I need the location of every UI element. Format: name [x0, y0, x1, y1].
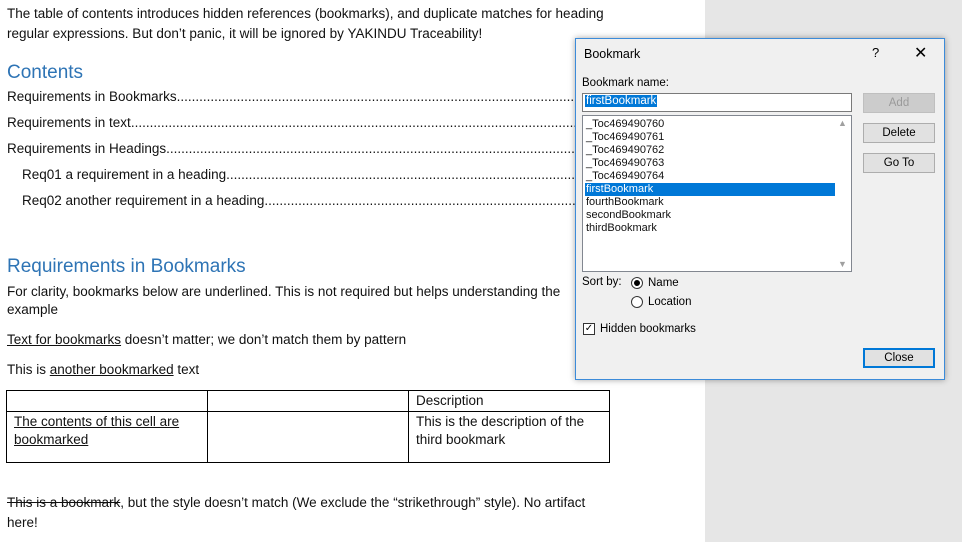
toc-entry-1[interactable]: Requirements in Bookmarks...............…: [7, 88, 577, 106]
help-button[interactable]: ?: [872, 45, 879, 60]
table-header-cell: [6, 390, 208, 412]
list-item[interactable]: _Toc469490760: [585, 118, 836, 131]
toc-entry-5[interactable]: Req02 another requirement in a heading..…: [22, 192, 577, 210]
bookmark-table: Description The contents of this cell ar…: [6, 390, 610, 463]
bookmark-text[interactable]: another bookmarked: [50, 362, 174, 377]
para4-line1: This is a bookmark, but the style doesn’…: [7, 495, 586, 510]
strikethrough-bookmark: This is a bookmark: [7, 495, 121, 510]
sort-by-label: Sort by:: [582, 276, 622, 288]
bookmark-name-input[interactable]: firstBookmark: [582, 93, 852, 112]
para2: Text for bookmarks doesn’t matter; we do…: [7, 332, 407, 347]
table-cell: This is the description of the third book…: [408, 411, 610, 463]
bookmark-name-label: Bookmark name:: [582, 77, 669, 89]
add-button[interactable]: Add: [863, 93, 935, 113]
sort-location-radio[interactable]: [631, 296, 643, 308]
intro-line-2: regular expressions. But don’t panic, it…: [7, 26, 483, 41]
scroll-up-icon[interactable]: ▲: [838, 118, 847, 128]
para3: This is another bookmarked text: [7, 362, 200, 377]
toc-entry-2[interactable]: Requirements in text....................…: [7, 114, 577, 132]
hidden-bookmarks-checkbox[interactable]: ✓: [583, 323, 595, 335]
para1-line1: For clarity, bookmarks below are underli…: [7, 284, 561, 299]
list-item[interactable]: _Toc469490763: [585, 157, 836, 170]
list-scrollbar[interactable]: ▲ ▼: [835, 116, 851, 271]
toc-entry-3[interactable]: Requirements in Headings................…: [7, 140, 577, 158]
close-button[interactable]: Close: [863, 348, 935, 368]
scroll-down-icon[interactable]: ▼: [838, 259, 847, 269]
list-item[interactable]: fourthBookmark: [585, 196, 836, 209]
table-cell: The contents of this cell are bookmarked: [6, 411, 208, 463]
list-item[interactable]: firstBookmark: [585, 183, 836, 196]
dialog-title: Bookmark: [584, 47, 641, 61]
list-item[interactable]: _Toc469490761: [585, 131, 836, 144]
para4-line2: here!: [7, 515, 38, 530]
toc-entry-4[interactable]: Req01 a requirement in a heading........…: [22, 166, 577, 184]
bookmark-list[interactable]: _Toc469490760 _Toc469490761 _Toc469490762 _…: [582, 115, 852, 272]
hidden-bookmarks-label[interactable]: Hidden bookmarks: [600, 323, 696, 335]
sort-name-radio[interactable]: [631, 277, 643, 289]
goto-button[interactable]: Go To: [863, 153, 935, 173]
sort-location-label[interactable]: Location: [648, 296, 691, 308]
list-item[interactable]: secondBookmark: [585, 209, 836, 222]
table-header-cell: [207, 390, 409, 412]
contents-heading: Contents: [7, 62, 84, 83]
list-item[interactable]: _Toc469490764: [585, 170, 836, 183]
section-heading: Requirements in Bookmarks: [7, 256, 246, 277]
list-item[interactable]: _Toc469490762: [585, 144, 836, 157]
list-item[interactable]: thirdBookmark: [585, 222, 836, 235]
para1-line2: example: [7, 302, 59, 317]
bookmark-text[interactable]: Text for bookmarks: [7, 332, 121, 347]
sort-name-label[interactable]: Name: [648, 277, 679, 289]
close-icon[interactable]: ✕: [914, 43, 927, 63]
table-cell: [207, 411, 409, 463]
intro-line-1: The table of contents introduces hidden …: [7, 6, 604, 21]
table-header-cell: Description: [408, 390, 610, 412]
delete-button[interactable]: Delete: [863, 123, 935, 143]
bookmark-dialog: Bookmark ? ✕ Bookmark name: firstBookmar…: [575, 38, 945, 380]
